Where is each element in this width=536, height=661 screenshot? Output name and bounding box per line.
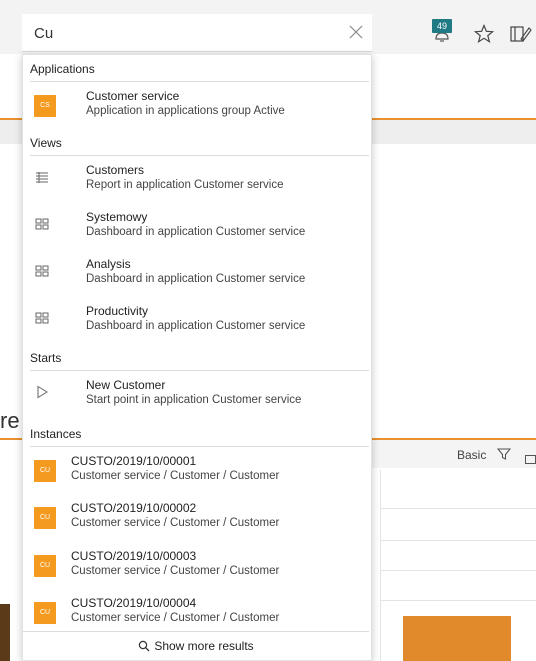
layout-icon[interactable] [525, 451, 536, 469]
result-subtitle: Report in application Customer service [86, 179, 284, 191]
result-subtitle: Customer service / Customer / Customer [71, 565, 280, 577]
page-heading-partial: re [0, 408, 20, 433]
tab-strip [0, 120, 22, 144]
grid-toolbar [372, 440, 536, 468]
result-title: CUSTO/2019/10/00002 [71, 501, 197, 515]
favorite-star-icon[interactable] [473, 23, 495, 49]
result-title: CUSTO/2019/10/00003 [71, 549, 197, 563]
result-subtitle: Customer service / Customer / Customer [71, 517, 280, 529]
filter-icon[interactable] [496, 447, 512, 466]
result-application-customer-service[interactable]: CS Customer service Application in appli… [23, 84, 369, 130]
result-start-new-customer[interactable]: New Customer Start point in application … [23, 373, 369, 419]
search-icon [139, 640, 150, 652]
result-title: Productivity [86, 304, 149, 318]
instance-tile-icon: CU [34, 507, 56, 529]
report-list-icon [35, 170, 49, 189]
grid-line [380, 508, 536, 509]
result-subtitle: Application in applications group Active [86, 105, 285, 117]
show-more-label: Show more results [154, 639, 254, 653]
chart-bar [0, 604, 10, 661]
search-results-dropdown: Applications CS Customer service Applica… [22, 54, 372, 661]
result-title: Analysis [86, 257, 131, 271]
close-icon[interactable] [349, 25, 363, 44]
dashboard-icon [35, 264, 49, 283]
edit-panel-icon[interactable] [510, 24, 532, 49]
result-title: Customer service [86, 89, 180, 103]
result-view-analysis[interactable]: Analysis Dashboard in application Custom… [23, 252, 369, 298]
play-icon [35, 385, 49, 404]
dashboard-icon [35, 217, 49, 236]
result-subtitle: Dashboard in application Customer servic… [86, 320, 306, 332]
instance-tile-icon: CU [34, 555, 56, 577]
result-instance[interactable]: CU CUSTO/2019/10/00001 Customer service … [23, 449, 369, 495]
result-view-customers[interactable]: Customers Report in application Customer… [23, 158, 369, 204]
show-more-results-button[interactable]: Show more results [23, 631, 369, 660]
result-view-systemowy[interactable]: Systemowy Dashboard in application Custo… [23, 205, 369, 251]
notification-count-badge: 49 [432, 19, 452, 33]
search-input[interactable] [34, 23, 334, 43]
result-subtitle: Start point in application Customer serv… [86, 394, 302, 406]
section-header-views: Views [23, 130, 369, 156]
result-view-productivity[interactable]: Productivity Dashboard in application Cu… [23, 299, 369, 345]
app-tile-icon: CS [34, 95, 56, 117]
grid-line [380, 470, 381, 661]
global-search [22, 14, 372, 52]
dashboard-icon [35, 311, 49, 330]
chart-bar [403, 616, 511, 661]
tab-strip [372, 120, 536, 144]
instance-tile-icon: CU [34, 602, 56, 624]
section-header-applications: Applications [23, 56, 369, 82]
result-title: CUSTO/2019/10/00004 [71, 596, 197, 610]
result-title: New Customer [86, 378, 166, 392]
grid-line [380, 540, 536, 541]
view-mode-label[interactable]: Basic [457, 448, 486, 462]
result-subtitle: Customer service / Customer / Customer [71, 470, 280, 482]
accent-divider [0, 438, 22, 440]
section-header-instances: Instances [23, 421, 369, 447]
result-title: Customers [86, 163, 145, 177]
section-header-starts: Starts [23, 345, 369, 371]
result-title: Systemowy [86, 210, 148, 224]
result-title: CUSTO/2019/10/00001 [71, 454, 197, 468]
instance-tile-icon: CU [34, 460, 56, 482]
result-instance[interactable]: CU CUSTO/2019/10/00003 Customer service … [23, 544, 369, 590]
result-subtitle: Dashboard in application Customer servic… [86, 273, 306, 285]
grid-line [380, 570, 536, 571]
result-subtitle: Dashboard in application Customer servic… [86, 226, 306, 238]
result-instance[interactable]: CU CUSTO/2019/10/00002 Customer service … [23, 496, 369, 542]
grid-line [380, 600, 536, 601]
result-subtitle: Customer service / Customer / Customer [71, 612, 280, 624]
